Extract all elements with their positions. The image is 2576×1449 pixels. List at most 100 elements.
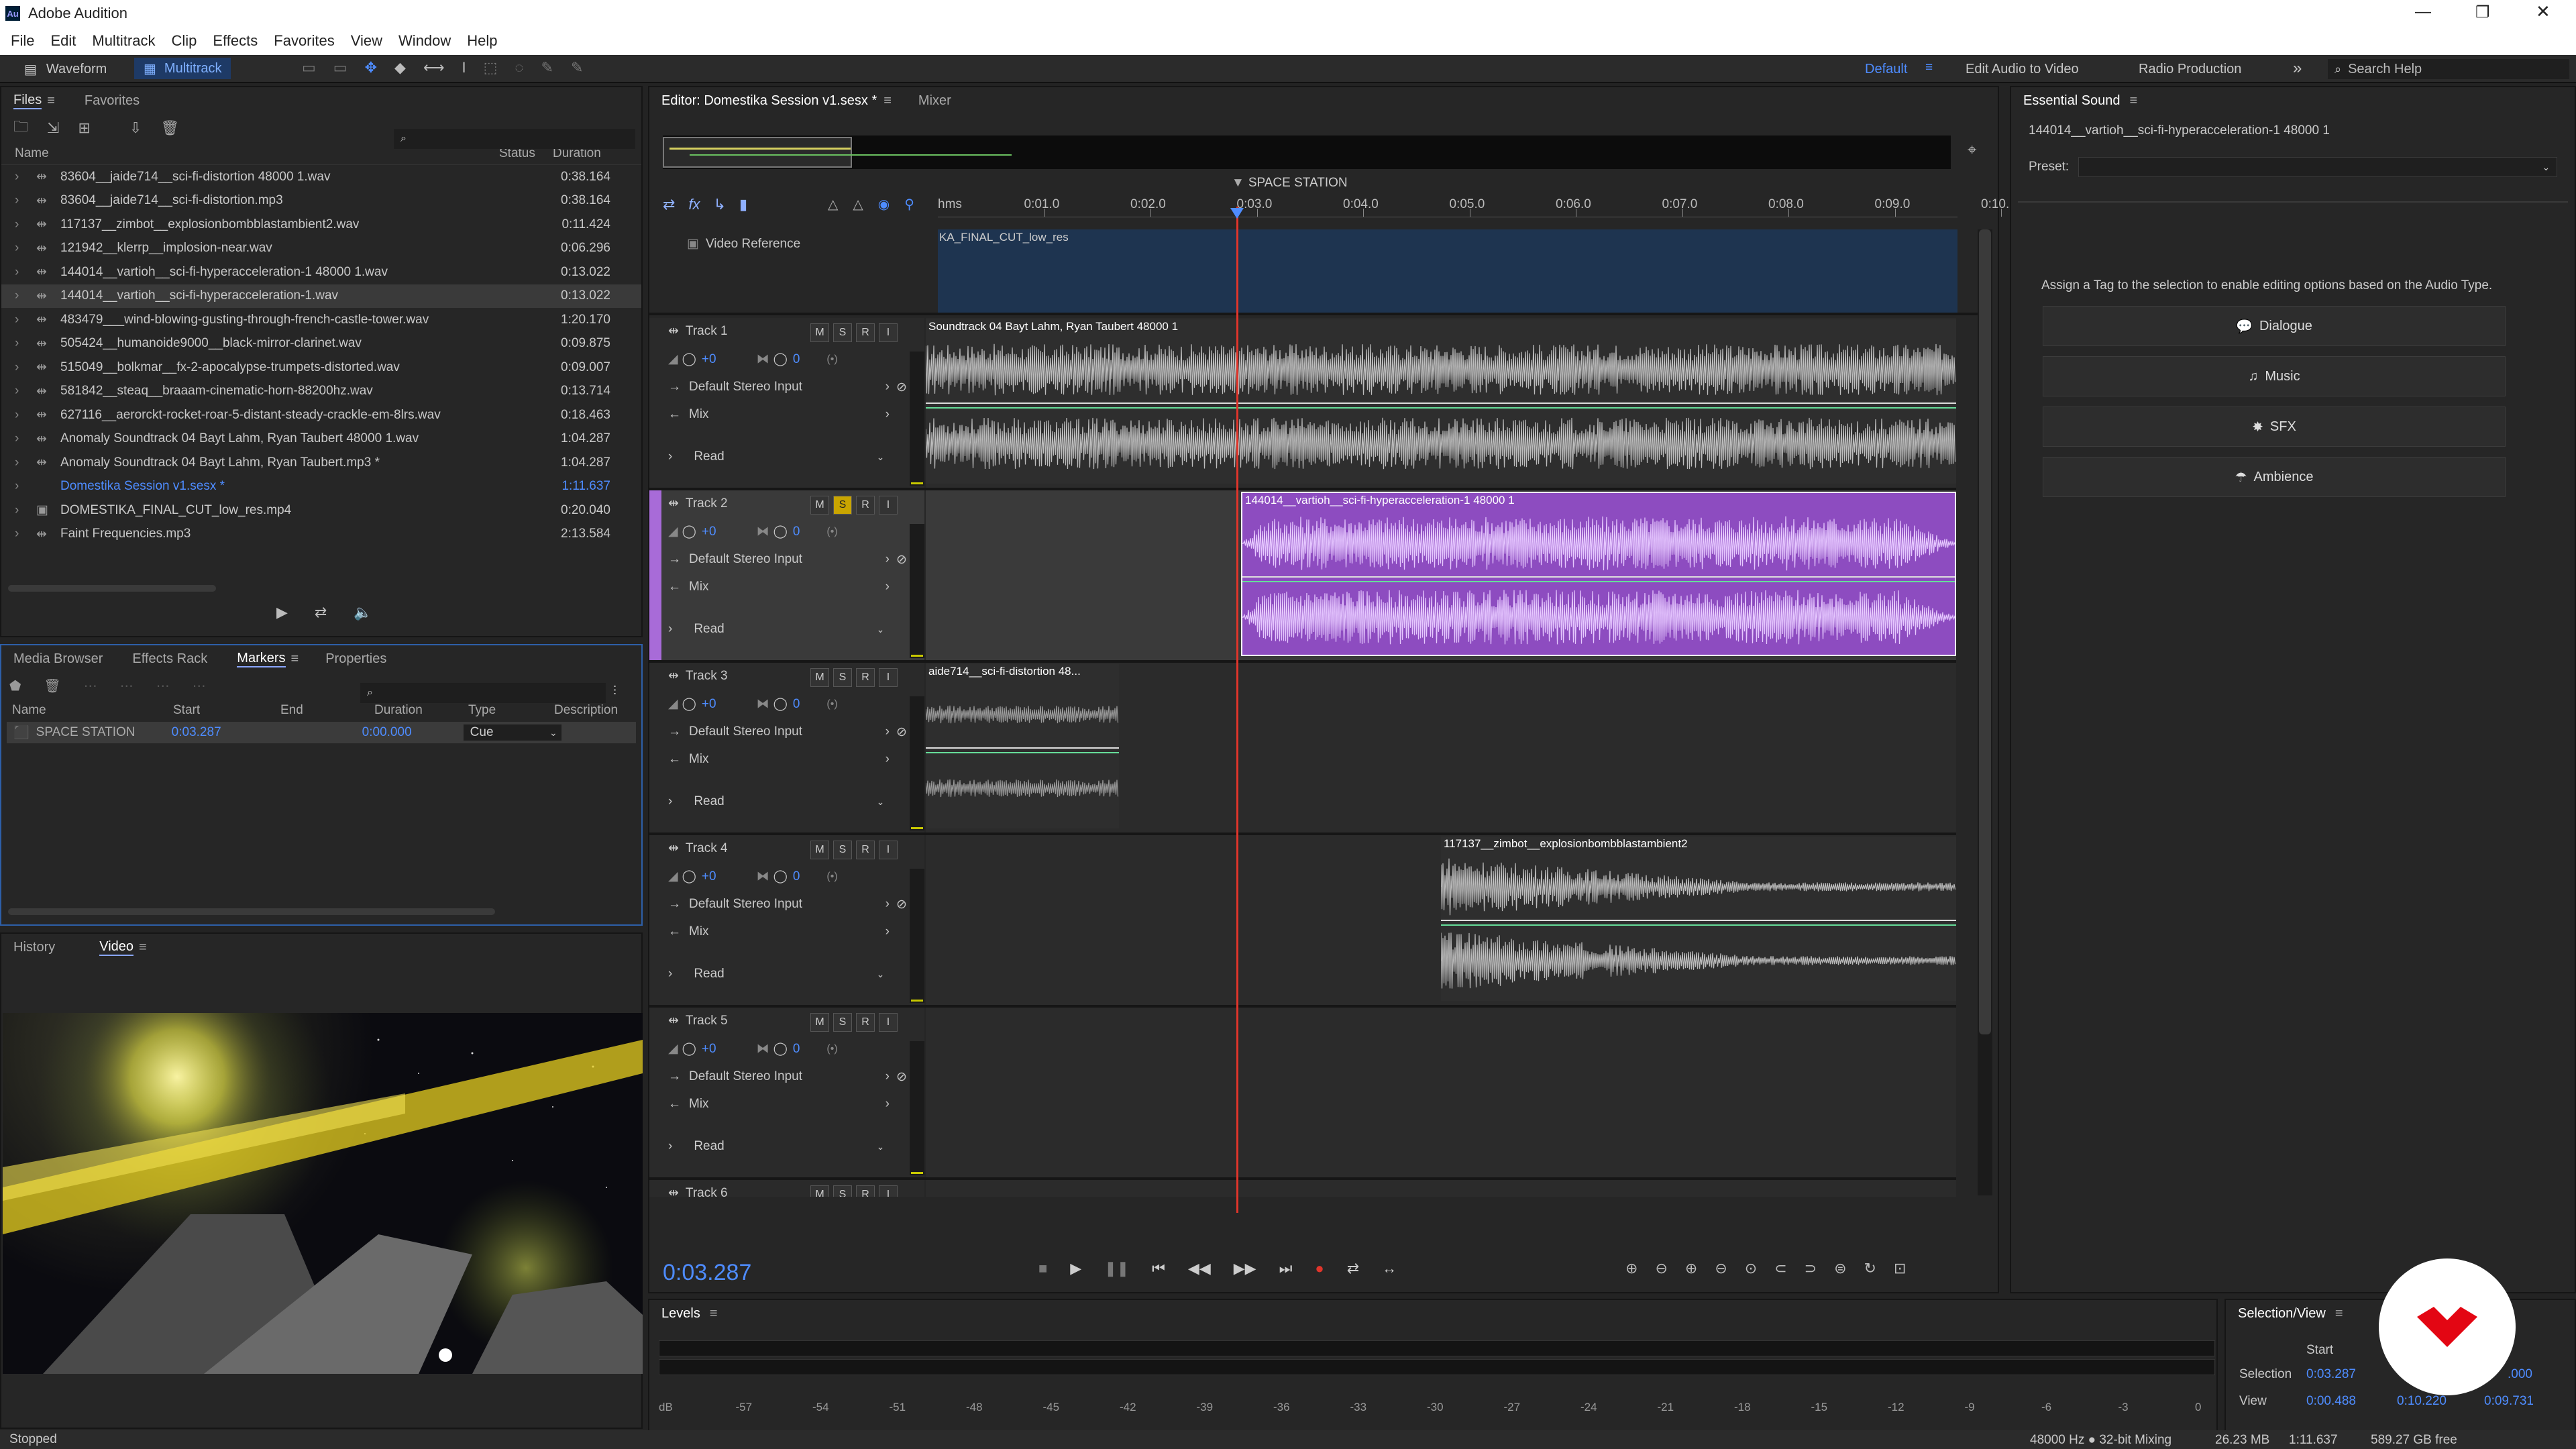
view-end[interactable]: 0:10.220 [2397, 1394, 2447, 1409]
pan-value[interactable]: 0 [793, 352, 800, 367]
sfx-button[interactable]: ✸ SFX [2043, 407, 2506, 447]
search-help[interactable]: ⌕ Search Help [2328, 59, 2569, 79]
overview-view-window[interactable] [663, 137, 852, 168]
zoom-out-time-icon[interactable]: ⊖ [1715, 1260, 1727, 1277]
loop-preview-icon[interactable]: ⇄ [315, 604, 327, 621]
tab-media-browser[interactable]: Media Browser [13, 651, 103, 667]
menu-favorites[interactable]: Favorites [274, 32, 334, 50]
expand-icon[interactable]: › [668, 967, 672, 981]
automation-mode-select[interactable]: Read ⌄ [687, 792, 888, 812]
expand-icon[interactable]: › [15, 431, 36, 446]
zoom-in-right-icon[interactable]: ⊃ [1805, 1260, 1817, 1277]
zoom-full-icon[interactable]: ⊡ [1894, 1260, 1906, 1277]
marker-start[interactable]: 0:03.287 [172, 725, 362, 740]
volume-value[interactable]: +0 [702, 352, 716, 367]
track-input[interactable]: Default Stereo Input [689, 380, 802, 394]
markers-search-input[interactable]: ⌕ [360, 683, 606, 703]
automation-mode-select[interactable]: Read ⌄ [687, 619, 888, 639]
col-marker-name[interactable]: Name [12, 703, 173, 718]
track-lane[interactable]: 117137__zimbot__explosionbombblastambien… [926, 835, 1956, 1005]
file-list-item[interactable]: › Domestika Session v1.sesx * 1:11.637 [1, 475, 641, 499]
menu-help[interactable]: Help [467, 32, 497, 50]
audio-clip[interactable]: 117137__zimbot__explosionbombblastambien… [1441, 837, 1956, 1001]
brush-icon[interactable]: ✎ [541, 59, 553, 76]
new-file-icon[interactable]: ⊞ [78, 119, 90, 137]
phase-icon[interactable]: ⊘ [896, 897, 907, 912]
essential-sound-title[interactable]: Essential Sound [2023, 93, 2121, 109]
file-list-item[interactable]: › ⇹ 144014__vartioh__sci-fi-hyperaccelerat… [1, 284, 641, 308]
restore-icon[interactable]: ❐ [2475, 3, 2490, 22]
loop-icon[interactable]: ⇄ [1347, 1260, 1359, 1277]
more-workspaces-icon[interactable]: » [2293, 59, 2302, 78]
minimize-icon[interactable]: — [2415, 3, 2431, 21]
phase-icon[interactable]: ⊘ [896, 724, 907, 740]
zoom-out-amplitude-icon[interactable]: ⊖ [1655, 1260, 1667, 1277]
menu-view[interactable]: View [351, 32, 382, 50]
expand-icon[interactable]: › [668, 794, 672, 809]
volume-knob[interactable]: ◯ [682, 524, 696, 539]
mute-button[interactable]: M [810, 1185, 829, 1197]
pan-knob[interactable]: ◯ [773, 1041, 788, 1057]
export-markers-icon[interactable]: ⋯ [193, 678, 206, 694]
move-tool-icon[interactable]: ✥ [365, 59, 377, 76]
pan-knob[interactable]: ◯ [773, 352, 788, 367]
track-lane[interactable]: 144014__vartioh__sci-fi-hyperacceleratio… [926, 490, 1956, 660]
panel-menu-icon[interactable]: ≡ [883, 93, 892, 109]
record-arm-button[interactable]: R [856, 668, 875, 687]
panel-menu-icon[interactable]: ≡ [710, 1306, 718, 1322]
tab-history[interactable]: History [13, 940, 55, 955]
file-list-item[interactable]: › ⇹ 505424__humanoide9000__black-mirror-cl… [1, 332, 641, 356]
col-duration[interactable]: Duration [374, 703, 468, 718]
slip-tool-icon[interactable]: ⟷ [423, 59, 445, 76]
pause-icon[interactable]: ❚❚ [1104, 1260, 1129, 1277]
menu-window[interactable]: Window [398, 32, 451, 50]
solo-button[interactable]: S [833, 1185, 852, 1197]
skip-selection-icon[interactable]: ↔ [1382, 1260, 1397, 1277]
monitor-input-button[interactable]: I [879, 323, 898, 342]
pan-value[interactable]: 0 [793, 697, 800, 712]
expand-icon[interactable]: › [668, 449, 672, 464]
pan-value[interactable]: 0 [793, 869, 800, 884]
expand-icon[interactable]: › [15, 288, 36, 303]
file-list-item[interactable]: › ⇹ 483479___wind-blowing-gusting-through-… [1, 308, 641, 332]
track-input[interactable]: Default Stereo Input [689, 1069, 802, 1084]
automation-mode-select[interactable]: Read ⌄ [687, 447, 888, 467]
pan-value[interactable]: 0 [793, 525, 800, 539]
solo-button[interactable]: S [833, 841, 852, 859]
pan-knob[interactable]: ◯ [773, 869, 788, 884]
play-preview-icon[interactable]: ▶ [276, 604, 288, 621]
file-list-item[interactable]: › ▣ DOMESTIKA_FINAL_CUT_low_res.mp4 0:20.04… [1, 498, 641, 523]
record-icon[interactable]: ● [1315, 1260, 1324, 1277]
go-to-start-icon[interactable]: ⏮ [1152, 1260, 1165, 1277]
waveform-button[interactable]: ▤ Waveform [24, 59, 107, 79]
expand-icon[interactable]: › [15, 313, 36, 327]
track-header[interactable]: ⇹ Track 3 M S R I ◢ ◯ +0 ⧓ ◯ 0 (•) → Default Stereo In… [649, 663, 924, 833]
playhead-handle[interactable] [1230, 208, 1244, 219]
view-duration[interactable]: 0:09.731 [2484, 1394, 2534, 1409]
file-list-item[interactable]: › ⇹ 83604__jaide714__sci-fi-distortion.mp3… [1, 189, 641, 213]
track-input[interactable]: Default Stereo Input [689, 724, 802, 739]
monitor-input-button[interactable]: I [879, 841, 898, 859]
import-icon[interactable]: ⇲ [47, 119, 59, 137]
tab-properties[interactable]: Properties [325, 651, 386, 667]
menu-effects[interactable]: Effects [213, 32, 258, 50]
selection-end[interactable]: .000 [2508, 1367, 2532, 1382]
marker-duration[interactable]: 0:00.000 [362, 725, 463, 740]
snap-icon[interactable]: ◉ [878, 196, 890, 213]
playhead[interactable] [1236, 207, 1238, 1213]
add-marker-icon[interactable]: ⬟ [9, 678, 21, 694]
sends-icon[interactable]: ↳ [714, 196, 726, 213]
volume-knob[interactable]: ◯ [682, 696, 696, 712]
track-output[interactable]: Mix [689, 752, 709, 767]
monitor-input-button[interactable]: I [879, 1185, 898, 1197]
zoom-in-amplitude-icon[interactable]: ⊕ [1625, 1260, 1638, 1277]
track-name[interactable]: Track 5 [686, 1014, 728, 1028]
panel-menu-icon[interactable]: ≡ [47, 93, 55, 109]
track-header[interactable]: ⇹ Track 4 M S R I ◢ ◯ +0 ⧓ ◯ 0 (•) → Default Stereo In… [649, 835, 924, 1005]
workspace-edit-audio-to-video[interactable]: Edit Audio to Video [1966, 62, 2079, 77]
music-button[interactable]: ♫ Music [2043, 356, 2506, 396]
filter-icon[interactable]: ⫶ [613, 684, 616, 699]
expand-icon[interactable]: › [15, 527, 36, 541]
expand-icon[interactable]: › [15, 336, 36, 351]
delete-marker-icon[interactable]: 🗑 [44, 678, 60, 694]
